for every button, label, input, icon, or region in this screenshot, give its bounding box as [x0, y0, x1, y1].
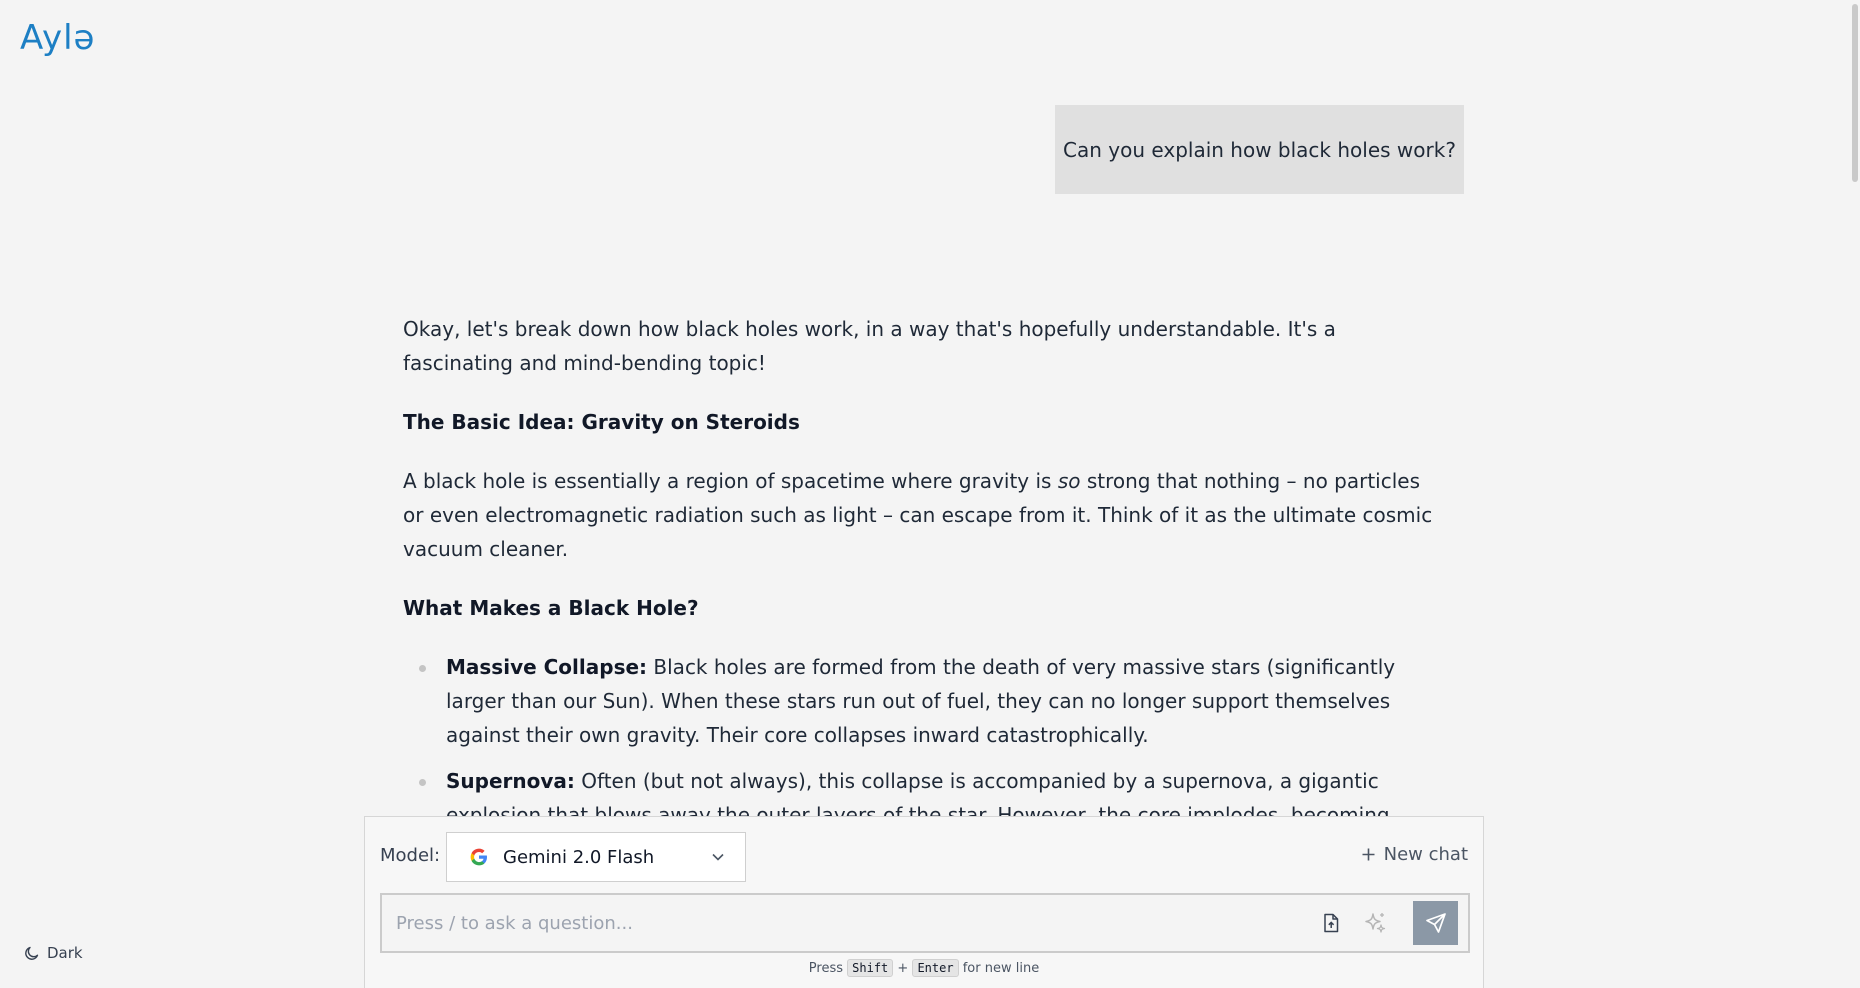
moon-icon	[25, 946, 39, 960]
send-button[interactable]	[1413, 901, 1458, 945]
new-chat-button[interactable]: New chat	[1361, 844, 1468, 865]
hint-text: +	[897, 961, 909, 976]
plus-icon	[1362, 848, 1375, 861]
user-message-bubble: Can you explain how black holes work?	[1055, 105, 1464, 194]
hint-text: Press	[808, 961, 843, 976]
assistant-message: Okay, let's break down how black holes w…	[403, 312, 1443, 816]
list-item: Massive Collapse: Black holes are formed…	[403, 650, 1443, 752]
theme-toggle-label: Dark	[47, 944, 83, 962]
list-item-term: Supernova:	[446, 769, 575, 793]
answer-heading: What Makes a Black Hole?	[403, 596, 699, 620]
answer-heading: The Basic Idea: Gravity on Steroids	[403, 410, 800, 434]
chat-area: Can you explain how black holes work? Ok…	[0, 0, 1860, 816]
question-input[interactable]	[396, 895, 1296, 951]
list-item-text: Often (but not always), this collapse is…	[446, 769, 1390, 816]
model-select[interactable]: Gemini 2.0 Flash	[446, 832, 746, 882]
bullet-dot	[419, 779, 426, 786]
answer-list: Massive Collapse: Black holes are formed…	[403, 650, 1443, 816]
question-input-box	[380, 893, 1470, 953]
theme-toggle[interactable]: Dark	[24, 944, 83, 962]
hint-text: for new line	[962, 961, 1040, 976]
shift-key: Shift	[847, 959, 894, 977]
model-select-value: Gemini 2.0 Flash	[503, 846, 655, 868]
send-icon	[1425, 913, 1446, 933]
user-message-text: Can you explain how black holes work?	[1063, 137, 1456, 162]
input-hint: Press Shift + Enter for new line	[365, 959, 1483, 977]
sparkle-icon[interactable]	[1362, 910, 1388, 936]
file-upload-icon[interactable]	[1320, 912, 1342, 934]
emphasis-text: so	[1057, 469, 1081, 493]
list-item: Supernova: Often (but not always), this …	[403, 764, 1443, 816]
bullet-dot	[419, 665, 426, 672]
composer-panel: Model: Gemini 2.0 Flash New chat Press /…	[364, 816, 1484, 988]
enter-key: Enter	[912, 959, 959, 977]
answer-intro: Okay, let's break down how black holes w…	[403, 317, 1336, 375]
google-icon	[470, 848, 487, 866]
chevron-down-icon	[712, 853, 724, 861]
model-row: Model: Gemini 2.0 Flash New chat	[380, 832, 1468, 882]
model-label: Model:	[380, 845, 441, 866]
new-chat-label: New chat	[1383, 844, 1468, 865]
paragraph-text: A black hole is essentially a region of …	[403, 469, 1058, 493]
list-item-term: Massive Collapse:	[446, 655, 648, 679]
answer-paragraph: A black hole is essentially a region of …	[403, 464, 1443, 566]
